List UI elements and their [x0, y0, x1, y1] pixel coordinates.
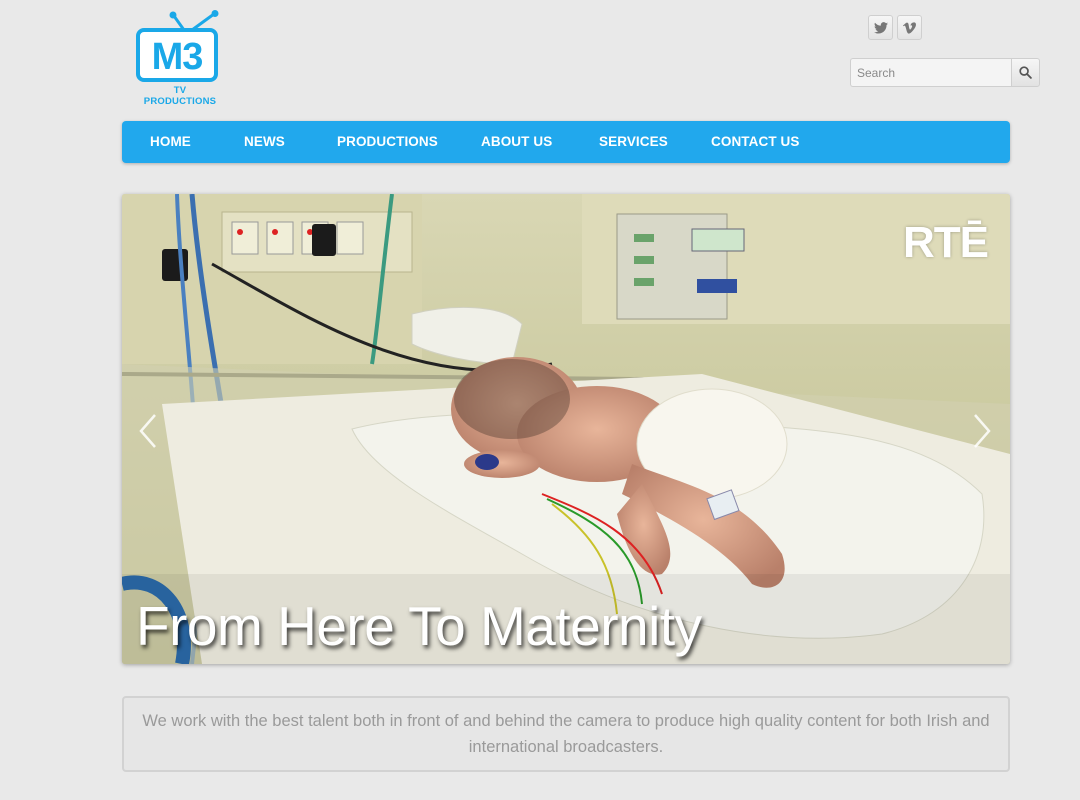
hero-slider[interactable]: RTĒ From Here To Maternity [122, 194, 1010, 664]
nav-item-services[interactable]: SERVICES [599, 134, 668, 149]
broadcaster-logo: RTĒ [903, 218, 989, 267]
vimeo-icon[interactable] [897, 15, 922, 40]
logo-tv-frame: M3 [136, 28, 218, 82]
nav-item-productions[interactable]: PRODUCTIONS [337, 134, 438, 149]
nav-item-home[interactable]: HOME [150, 134, 191, 149]
search-button[interactable] [1011, 58, 1040, 87]
intro-box: We work with the best talent both in fro… [122, 696, 1010, 772]
nav-item-contact-us[interactable]: CONTACT US [711, 134, 800, 149]
slide-caption: From Here To Maternity [136, 595, 702, 657]
logo-subtitle: TV PRODUCTIONS [143, 85, 217, 107]
chevron-right-icon[interactable] [970, 412, 994, 450]
nav-item-news[interactable]: NEWS [244, 134, 285, 149]
search-icon [1019, 66, 1032, 79]
intro-text: We work with the best talent both in fro… [142, 712, 990, 756]
main-navigation: HOME NEWS PRODUCTIONS ABOUT US SERVICES … [122, 121, 1010, 163]
search-input[interactable] [850, 58, 1011, 87]
search-form [850, 58, 1040, 87]
logo-text: M3 [151, 36, 204, 78]
chevron-left-icon[interactable] [136, 412, 160, 450]
nav-item-about-us[interactable]: ABOUT US [481, 134, 552, 149]
twitter-icon[interactable] [868, 15, 893, 40]
site-logo[interactable]: M3 TV PRODUCTIONS [134, 10, 224, 107]
social-links [868, 15, 922, 40]
